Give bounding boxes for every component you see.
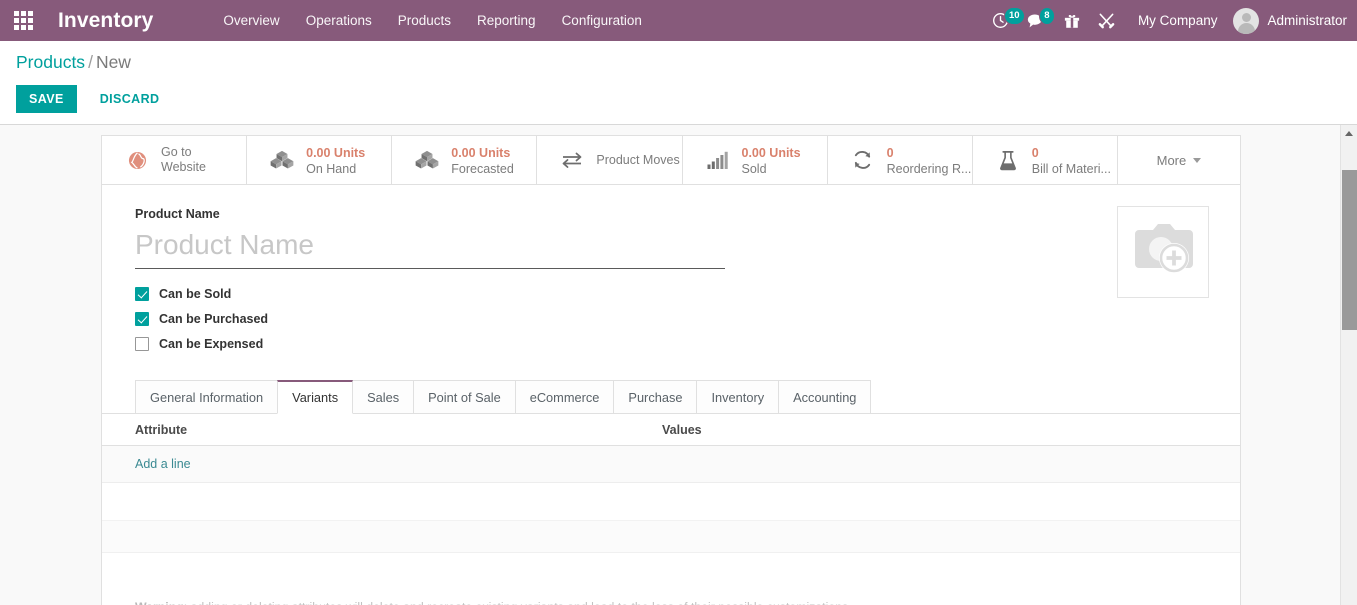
table-filler-row-1 bbox=[102, 483, 1240, 521]
navbar-right-tools: 10 8 My Co bbox=[983, 0, 1357, 41]
breadcrumb-separator: / bbox=[85, 52, 96, 72]
product-name-input[interactable] bbox=[135, 227, 725, 269]
stat-value-sold: 0.00 Units bbox=[742, 146, 801, 160]
stat-button-forecasted[interactable]: 0.00 Units Forecasted bbox=[392, 136, 537, 184]
variants-warning: Warning: adding or deleting attributes w… bbox=[102, 553, 1240, 605]
discard-button[interactable]: DISCARD bbox=[87, 85, 173, 113]
tab-sales[interactable]: Sales bbox=[352, 380, 414, 413]
can-be-expensed-label: Can be Expensed bbox=[159, 337, 263, 351]
camera-add-icon bbox=[1130, 222, 1196, 283]
apps-grid-icon[interactable] bbox=[0, 0, 46, 41]
stat-button-bill-of-materials[interactable]: 0 Bill of Materi... bbox=[973, 136, 1118, 184]
top-navbar: Inventory Overview Operations Products R… bbox=[0, 0, 1357, 41]
stat-value-reordering-rules: 0 bbox=[887, 146, 894, 160]
stat-value-bill-of-materials: 0 bbox=[1032, 146, 1039, 160]
form-body: Product Name Can be Sold Can be Purchase… bbox=[102, 185, 1240, 356]
tab-purchase[interactable]: Purchase bbox=[613, 380, 697, 413]
user-menu[interactable]: Administrator bbox=[1229, 8, 1347, 34]
vertical-scrollbar[interactable] bbox=[1340, 125, 1357, 605]
globe-icon bbox=[124, 151, 150, 170]
can-be-expensed-checkbox[interactable] bbox=[135, 337, 149, 351]
stat-label-go-to-website: Go to Website bbox=[161, 145, 206, 175]
scrollbar-thumb[interactable] bbox=[1342, 170, 1357, 330]
exchange-icon bbox=[559, 151, 585, 169]
activity-clock-icon[interactable]: 10 bbox=[983, 0, 1018, 41]
user-name-label: Administrator bbox=[1267, 13, 1347, 28]
can-be-purchased-label: Can be Purchased bbox=[159, 312, 268, 326]
stat-value-on-hand: 0.00 Units bbox=[306, 146, 365, 160]
stat-button-sold[interactable]: 0.00 Units Sold bbox=[683, 136, 828, 184]
stat-line1-go-to: Go to bbox=[161, 145, 206, 160]
boxes-icon bbox=[414, 150, 440, 170]
stat-button-go-to-website[interactable]: Go to Website bbox=[102, 136, 247, 184]
stat-button-on-hand[interactable]: 0.00 Units On Hand bbox=[247, 136, 392, 184]
tab-ecommerce[interactable]: eCommerce bbox=[515, 380, 615, 413]
breadcrumb: Products/New bbox=[16, 51, 1341, 73]
tab-inventory[interactable]: Inventory bbox=[696, 380, 779, 413]
tab-point-of-sale[interactable]: Point of Sale bbox=[413, 380, 516, 413]
attributes-table-header: Attribute Values bbox=[102, 414, 1240, 446]
tab-accounting[interactable]: Accounting bbox=[778, 380, 871, 413]
stat-label-sold: Sold bbox=[742, 162, 801, 177]
menu-item-reporting[interactable]: Reporting bbox=[464, 0, 549, 41]
checkbox-row-can-be-sold[interactable]: Can be Sold bbox=[135, 281, 1208, 306]
menu-item-configuration[interactable]: Configuration bbox=[549, 0, 655, 41]
checkbox-row-can-be-expensed[interactable]: Can be Expensed bbox=[135, 331, 1208, 356]
can-be-sold-checkbox[interactable] bbox=[135, 287, 149, 301]
table-filler-row-2 bbox=[102, 521, 1240, 553]
attributes-table: Attribute Values Add a line Warning: add… bbox=[102, 414, 1240, 605]
stat-line2-website: Website bbox=[161, 160, 206, 175]
warning-text: : adding or deleting attributes will del… bbox=[184, 600, 852, 605]
column-header-values: Values bbox=[662, 423, 702, 437]
add-a-line-link[interactable]: Add a line bbox=[135, 457, 191, 471]
product-flags-group: Can be Sold Can be Purchased Can be Expe… bbox=[135, 281, 1208, 356]
stat-label-product-moves: Product Moves bbox=[596, 153, 679, 168]
product-name-label: Product Name bbox=[135, 207, 1208, 221]
main-menu: Overview Operations Products Reporting C… bbox=[210, 0, 654, 41]
menu-item-products[interactable]: Products bbox=[385, 0, 464, 41]
bar-chart-icon bbox=[705, 151, 731, 170]
tools-icon[interactable] bbox=[1089, 0, 1124, 41]
column-header-attribute: Attribute bbox=[135, 423, 662, 437]
company-switcher[interactable]: My Company bbox=[1124, 13, 1230, 28]
form-action-buttons: SAVE DISCARD bbox=[16, 85, 1341, 113]
can-be-sold-label: Can be Sold bbox=[159, 287, 231, 301]
stat-value-forecasted: 0.00 Units bbox=[451, 146, 510, 160]
stat-button-row: Go to Website bbox=[102, 136, 1240, 185]
refresh-icon bbox=[850, 150, 876, 170]
stat-button-more[interactable]: More bbox=[1118, 136, 1240, 184]
stat-label-reordering-rules: Reordering R... bbox=[887, 162, 972, 177]
can-be-purchased-checkbox[interactable] bbox=[135, 312, 149, 326]
breadcrumb-products[interactable]: Products bbox=[16, 52, 85, 72]
menu-item-overview[interactable]: Overview bbox=[210, 0, 292, 41]
avatar bbox=[1233, 8, 1259, 34]
product-image-upload[interactable] bbox=[1117, 206, 1209, 298]
boxes-icon bbox=[269, 150, 295, 170]
stat-label-on-hand: On Hand bbox=[306, 162, 365, 177]
more-label: More bbox=[1157, 153, 1187, 168]
notebook-tabs: General Information Variants Sales Point… bbox=[102, 380, 1240, 414]
stat-label-forecasted: Forecasted bbox=[451, 162, 514, 177]
checkbox-row-can-be-purchased[interactable]: Can be Purchased bbox=[135, 306, 1208, 331]
form-sheet: Go to Website bbox=[101, 135, 1241, 605]
gift-icon[interactable] bbox=[1055, 0, 1089, 41]
stat-button-reordering-rules[interactable]: 0 Reordering R... bbox=[828, 136, 973, 184]
messaging-chat-icon[interactable]: 8 bbox=[1018, 0, 1055, 41]
stat-label-bill-of-materials: Bill of Materi... bbox=[1032, 162, 1111, 177]
tab-general-information[interactable]: General Information bbox=[135, 380, 278, 413]
stat-button-product-moves[interactable]: Product Moves bbox=[537, 136, 682, 184]
warning-label: Warning bbox=[135, 600, 184, 605]
app-brand-title[interactable]: Inventory bbox=[46, 9, 167, 33]
menu-item-operations[interactable]: Operations bbox=[293, 0, 385, 41]
save-button[interactable]: SAVE bbox=[16, 85, 77, 113]
scroll-up-arrow-icon[interactable] bbox=[1341, 125, 1357, 142]
tab-variants[interactable]: Variants bbox=[277, 380, 353, 414]
flask-icon bbox=[995, 150, 1021, 171]
control-panel: Products/New SAVE DISCARD bbox=[0, 41, 1357, 125]
caret-down-icon bbox=[1193, 158, 1201, 163]
add-line-row[interactable]: Add a line bbox=[102, 446, 1240, 483]
breadcrumb-current: New bbox=[96, 52, 131, 72]
message-count-badge: 8 bbox=[1039, 7, 1055, 25]
content-area: Go to Website bbox=[0, 125, 1357, 605]
